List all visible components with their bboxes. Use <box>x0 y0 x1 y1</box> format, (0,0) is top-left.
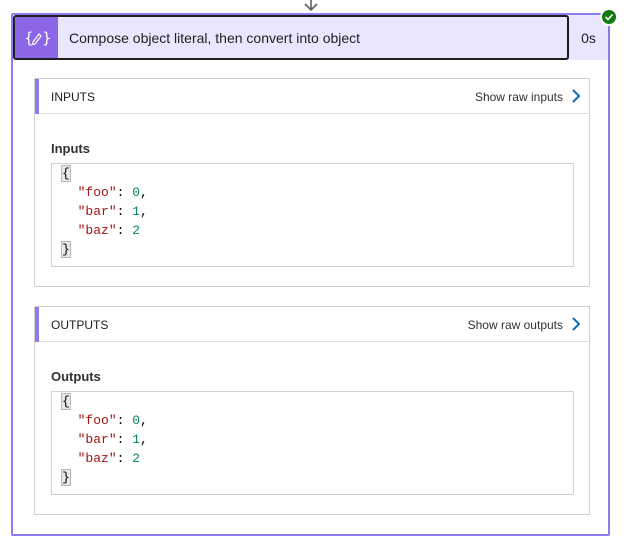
json-open-brace: { <box>61 393 71 410</box>
outputs-label: Outputs <box>51 369 101 384</box>
action-card: { } Compose object literal, then convert… <box>11 8 618 536</box>
inputs-section: INPUTS Show raw inputs Inputs { "foo": 0… <box>34 78 590 287</box>
outputs-section-title: OUTPUTS <box>51 318 109 332</box>
section-accent-bar <box>35 307 39 342</box>
inputs-section-title: INPUTS <box>51 90 96 104</box>
action-header[interactable]: { } Compose object literal, then convert… <box>13 15 608 60</box>
chevron-right-icon[interactable] <box>569 88 583 104</box>
inputs-label: Inputs <box>51 141 90 156</box>
json-key: "bar" <box>77 204 117 219</box>
json-close-brace: } <box>61 469 71 486</box>
json-line: "baz": 2 <box>77 223 141 238</box>
json-line: "baz": 2 <box>77 451 141 466</box>
json-key: "baz" <box>77 223 117 238</box>
chevron-right-icon[interactable] <box>569 316 583 332</box>
json-line: "foo": 0, <box>77 185 148 200</box>
json-value: 1 <box>132 432 141 447</box>
json-line: "bar": 1, <box>77 432 148 447</box>
outputs-section: OUTPUTS Show raw outputs Outputs { "foo"… <box>34 306 590 515</box>
action-title: Compose object literal, then convert int… <box>69 30 361 46</box>
json-line: } <box>61 468 573 487</box>
json-value: 1 <box>132 204 141 219</box>
json-value: 0 <box>132 413 141 428</box>
json-key: "foo" <box>77 413 117 428</box>
json-value: 2 <box>132 451 141 466</box>
flow-connector-arrow-icon <box>304 0 318 12</box>
compose-icon: { } <box>15 17 58 58</box>
json-line: "bar": 1, <box>77 204 148 219</box>
inputs-json-viewer[interactable]: { "foo": 0, "bar": 1, "baz": 2 } <box>51 163 574 267</box>
json-line: { <box>61 164 573 183</box>
action-header-main[interactable]: { } Compose object literal, then convert… <box>13 15 569 60</box>
json-key: "foo" <box>77 185 117 200</box>
json-line: { <box>61 392 573 411</box>
json-close-brace: } <box>61 241 71 258</box>
json-value: 0 <box>132 185 141 200</box>
json-key: "bar" <box>77 432 117 447</box>
checkmark-icon <box>600 8 618 26</box>
json-line: } <box>61 240 573 259</box>
json-open-brace: { <box>61 165 71 182</box>
outputs-section-header: OUTPUTS Show raw outputs <box>35 307 589 342</box>
outputs-json-viewer[interactable]: { "foo": 0, "bar": 1, "baz": 2 } <box>51 391 574 495</box>
svg-text:}: } <box>42 29 50 47</box>
json-key: "baz" <box>77 451 117 466</box>
show-raw-outputs-link[interactable]: Show raw outputs <box>468 318 563 332</box>
show-raw-inputs-link[interactable]: Show raw inputs <box>475 90 563 104</box>
json-value: 2 <box>132 223 141 238</box>
inputs-section-header: INPUTS Show raw inputs <box>35 79 589 114</box>
json-line: "foo": 0, <box>77 413 148 428</box>
section-accent-bar <box>35 79 39 114</box>
